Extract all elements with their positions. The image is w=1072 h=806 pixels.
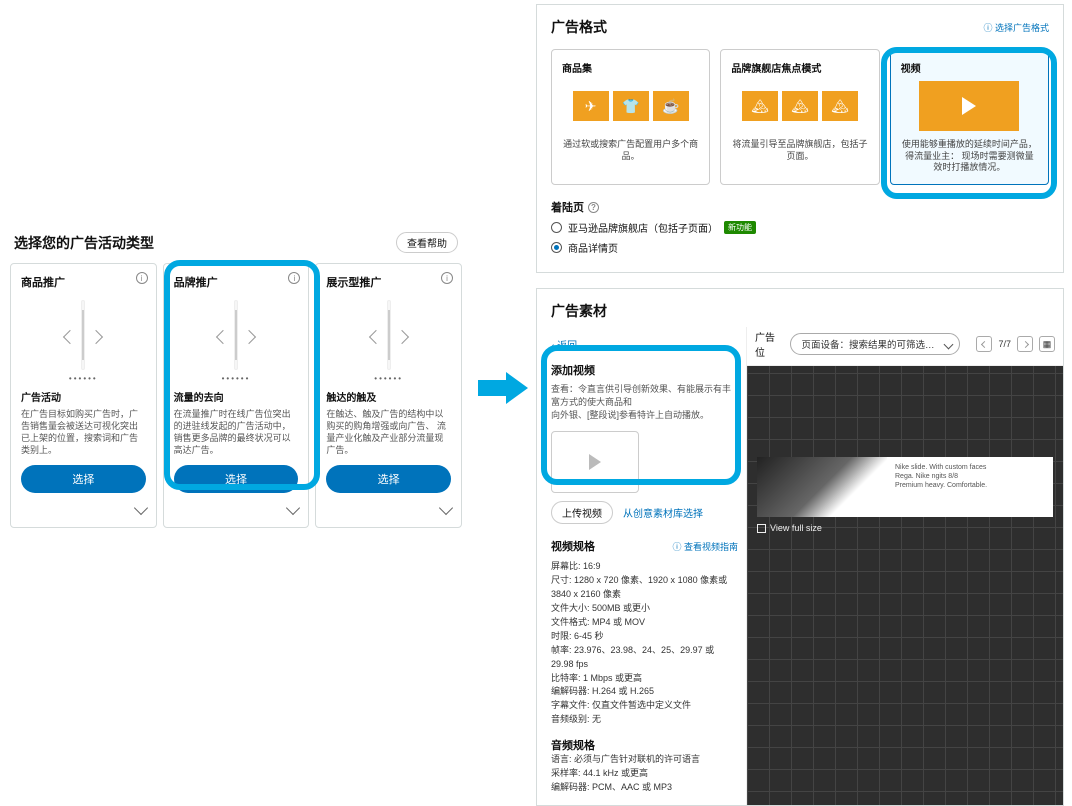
card-title: 展示型推广 <box>326 274 451 290</box>
upload-video-button[interactable]: 上传视频 <box>551 501 613 524</box>
preview-area: Where will my ad show? Nike slide. With … <box>747 327 1063 805</box>
ad-format-title: 广告格式 <box>551 17 607 37</box>
card-desc: 在广告目标如购买广告时，广告销售量会被送达可视化突出已上架的位置，搜索词和广告类… <box>21 408 146 457</box>
card-desc: 在流量推广时在线广告位突出的进驻线发起的广告活动中，销售更多品牌的最终状况可以高… <box>174 408 299 457</box>
card-sub: 流量的去向 <box>174 389 299 404</box>
grid-view-button[interactable]: ▦ <box>1039 336 1055 352</box>
format-store-spotlight[interactable]: 品牌旗舰店焦点模式 🏔🏔🏔 将流量引导至品牌旗舰店，包括子页面。 <box>720 49 879 185</box>
expand-icon <box>757 524 766 533</box>
format-desc: 将流量引导至品牌旗舰店，包括子页面。 <box>731 139 868 162</box>
play-icon <box>589 454 601 470</box>
new-badge: 新功能 <box>724 221 756 234</box>
select-button[interactable]: 选择 <box>326 465 451 493</box>
info-icon[interactable]: i <box>136 272 148 284</box>
chevron-right-icon[interactable] <box>242 330 256 344</box>
creative-panel: 广告素材 ‹ 返回 添加视频 查看：令直言供引导创新效果、有能展示有丰富方式的使… <box>536 288 1064 806</box>
chevron-down-icon[interactable] <box>286 500 300 514</box>
view-full-size-link[interactable]: View full size <box>757 523 822 533</box>
arrow-right-icon <box>478 370 528 406</box>
chevron-left-icon[interactable] <box>63 330 77 344</box>
help-icon[interactable]: ? <box>588 202 599 213</box>
video-guide-link[interactable]: ⓘ 查看视频指南 <box>672 540 738 553</box>
format-title: 视频 <box>901 60 1038 75</box>
audio-specs-title: 音频规格 <box>551 737 738 753</box>
card-sponsored-display[interactable]: i 展示型推广 •••••• 触达的触及 在触达、触及广告的结构中以购买的购角增… <box>315 263 462 528</box>
ad-preview: Nike slide. With custom faces Rega. Nike… <box>757 457 1053 517</box>
ad-format-help-link[interactable]: ⓘ 选择广告格式 <box>983 21 1049 34</box>
placement-select[interactable]: 页面设备：搜索结果的可筛选重新… <box>790 333 960 355</box>
add-video-desc: 查看：令直言供引导创新效果、有能展示有丰富方式的使大商品和 向外银、[整段说]参… <box>551 382 738 421</box>
card-sub: 触达的触及 <box>326 389 451 404</box>
card-title: 品牌推广 <box>174 274 299 290</box>
pager-count: 7/7 <box>998 339 1011 349</box>
ad-preview-text: Nike slide. With custom faces Rega. Nike… <box>887 457 1053 517</box>
carousel-dots[interactable]: •••••• <box>326 374 451 383</box>
landing-page-label: 着陆页? <box>551 199 1049 215</box>
format-desc: 使用能够重播放的延续时间产品，得流量业主： 现场时需要测微量效时打播放情况。 <box>901 139 1038 174</box>
add-video-label: 添加视频 <box>551 362 738 378</box>
select-button[interactable]: 选择 <box>21 465 146 493</box>
pager-next[interactable] <box>1017 336 1033 352</box>
play-icon <box>962 97 976 115</box>
audio-specs-list: 语言: 必须与广告针对联机的许可语言采样率: 44.1 kHz 或更高编解码器:… <box>551 753 738 795</box>
info-icon[interactable]: i <box>441 272 453 284</box>
pager-prev[interactable] <box>976 336 992 352</box>
card-desc: 在触达、触及广告的结构中以购买的购角增强或向广告、 流量产业化触及产业部分流量现… <box>326 408 451 457</box>
video-preview-placeholder <box>551 431 639 493</box>
chevron-right-icon[interactable] <box>395 330 409 344</box>
from-asset-library-link[interactable]: 从创意素材库选择 <box>623 505 703 520</box>
format-title: 品牌旗舰店焦点模式 <box>731 60 868 75</box>
chevron-down-icon[interactable] <box>134 500 148 514</box>
format-desc: 通过软或搜索广告配置用户多个商品。 <box>562 139 699 162</box>
chevron-left-icon[interactable] <box>216 330 230 344</box>
format-title: 商品集 <box>562 60 699 75</box>
ad-format-panel: 广告格式 ⓘ 选择广告格式 商品集 ✈👕☕ 通过软或搜索广告配置用户多个商品。 … <box>536 4 1064 273</box>
video-specs-title: 视频规格 <box>551 538 595 554</box>
card-sponsored-products[interactable]: i 商品推广 •••••• 广告活动 在广告目标如购买广告时，广告销售量会被送达… <box>10 263 157 528</box>
card-title: 商品推广 <box>21 274 146 290</box>
format-product-collection[interactable]: 商品集 ✈👕☕ 通过软或搜索广告配置用户多个商品。 <box>551 49 710 185</box>
campaign-type-panel: 选择您的广告活动类型 查看帮助 i 商品推广 •••••• 广告活动 在广告目标… <box>6 226 466 528</box>
format-video[interactable]: 视频 使用能够重播放的延续时间产品，得流量业主： 现场时需要测微量效时打播放情况… <box>890 49 1049 185</box>
ad-preview-image <box>757 457 887 517</box>
info-icon[interactable]: i <box>288 272 300 284</box>
creative-title: 广告素材 <box>551 301 1049 321</box>
chevron-down-icon[interactable] <box>439 500 453 514</box>
placement-label: 广告位 <box>755 329 782 359</box>
video-specs-list: 屏幕比: 16:9尺寸: 1280 x 720 像素、1920 x 1080 像… <box>551 560 738 727</box>
help-toggle[interactable]: 查看帮助 <box>396 232 458 253</box>
select-button[interactable]: 选择 <box>174 465 299 493</box>
chevron-right-icon[interactable] <box>89 330 103 344</box>
radio-store[interactable]: 亚马逊品牌旗舰店（包括子页面） 新功能 <box>551 220 1049 235</box>
carousel-dots[interactable]: •••••• <box>21 374 146 383</box>
campaign-type-title: 选择您的广告活动类型 <box>14 233 154 253</box>
carousel-dots[interactable]: •••••• <box>174 374 299 383</box>
radio-detail-page[interactable]: 商品详情页 <box>551 240 1049 255</box>
card-sponsored-brands[interactable]: i 品牌推广 •••••• 流量的去向 在流量推广时在线广告位突出的进驻线发起的… <box>163 263 310 528</box>
back-link[interactable]: ‹ 返回 <box>551 337 738 352</box>
card-sub: 广告活动 <box>21 389 146 404</box>
chevron-left-icon[interactable] <box>369 330 383 344</box>
